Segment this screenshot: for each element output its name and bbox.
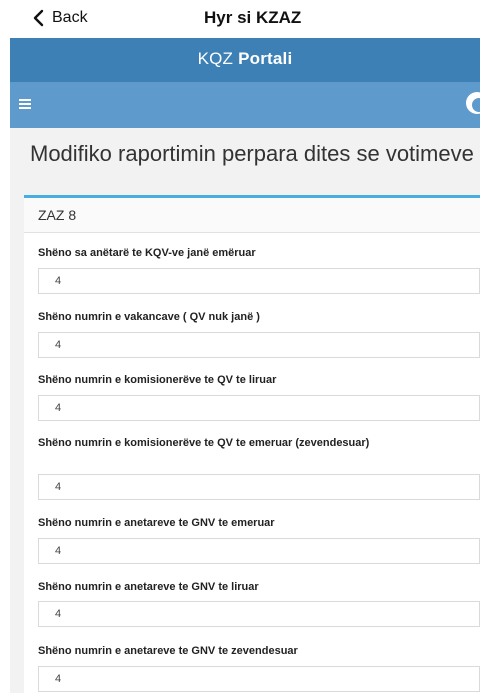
portal-title-prefix: KQZ bbox=[197, 49, 234, 68]
portal-header: KQZ Portali bbox=[10, 38, 480, 82]
portal-title-bold: Portali bbox=[238, 49, 293, 68]
field-label-gnv-replaced: Shëno numrin e anetareve te GNV te zeven… bbox=[38, 645, 298, 657]
card-header: ZAZ 8 bbox=[24, 198, 480, 233]
kqv-appointed-input[interactable]: 4 bbox=[38, 268, 480, 294]
page-title: Modifiko raportimin perpara dites se vot… bbox=[30, 141, 474, 166]
qv-replaced-input[interactable]: 4 bbox=[38, 474, 480, 500]
field-label-vacancies: Shëno numrin e vakancave ( QV nuk janë ) bbox=[38, 311, 260, 323]
chevron-left-icon bbox=[33, 9, 44, 27]
field-label-gnv-released: Shëno numrin e anetareve te GNV te lirua… bbox=[38, 581, 259, 593]
field-label-kqv-appointed: Shëno sa anëtarë te KQV-ve janë emëruar bbox=[38, 247, 256, 259]
gnv-released-input[interactable]: 4 bbox=[38, 601, 480, 627]
back-button[interactable]: Back bbox=[30, 9, 88, 27]
nav-title: Hyr si KZAZ bbox=[204, 8, 302, 27]
gnv-replaced-input[interactable]: 4 bbox=[38, 666, 480, 692]
hamburger-icon[interactable] bbox=[19, 99, 31, 109]
gnv-appointed-input[interactable]: 4 bbox=[38, 538, 480, 564]
field-label-qv-replaced: Shëno numrin e komisionerëve te QV te em… bbox=[38, 437, 370, 449]
portal-title: KQZ Portali bbox=[10, 49, 480, 69]
field-label-qv-released: Shëno numrin e komisionerëve te QV te li… bbox=[38, 374, 277, 386]
top-nav-bar: Back Hyr si KZAZ bbox=[0, 0, 480, 38]
vacancies-input[interactable]: 4 bbox=[38, 332, 480, 358]
main-content: Modifiko raportimin perpara dites se vot… bbox=[10, 128, 480, 696]
field-label-gnv-appointed: Shëno numrin e anetareve te GNV te emeru… bbox=[38, 517, 275, 529]
report-card: ZAZ 8 Shëno sa anëtarë te KQV-ve janë em… bbox=[24, 195, 480, 696]
user-icon[interactable] bbox=[466, 92, 480, 114]
menu-bar bbox=[10, 82, 480, 128]
qv-released-input[interactable]: 4 bbox=[38, 395, 480, 421]
back-label: Back bbox=[52, 9, 88, 26]
